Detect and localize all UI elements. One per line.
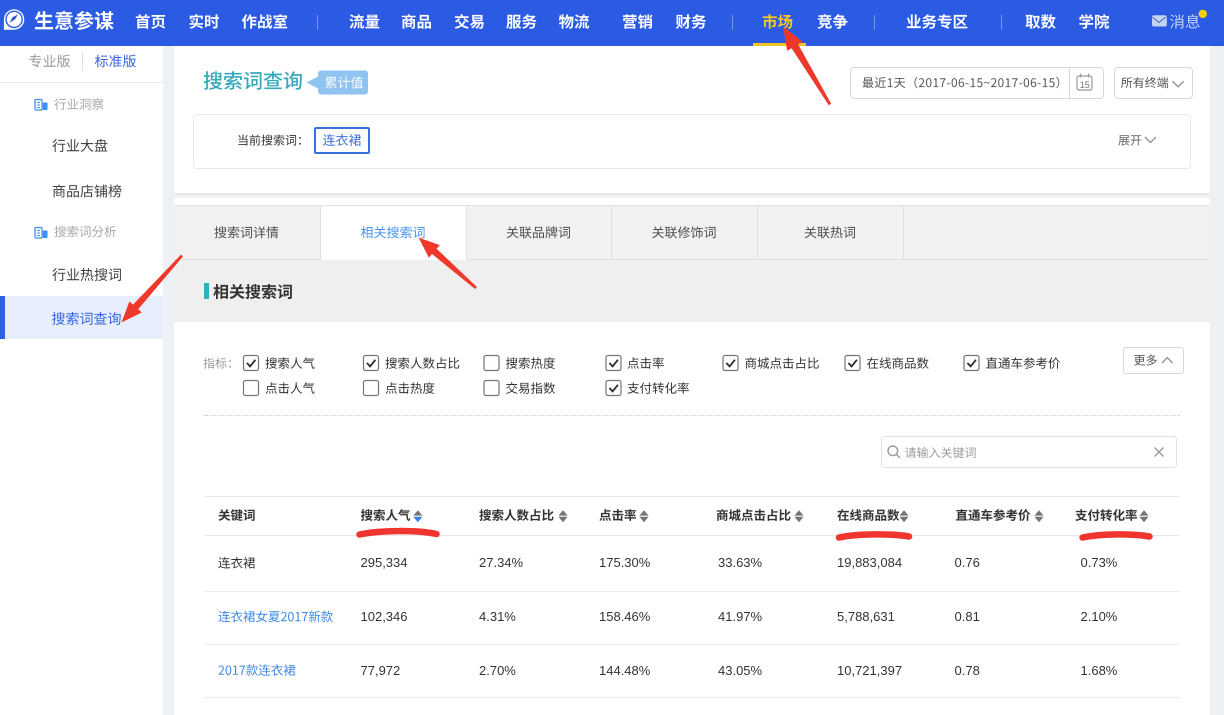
svg-text:15: 15 <box>1080 80 1090 90</box>
